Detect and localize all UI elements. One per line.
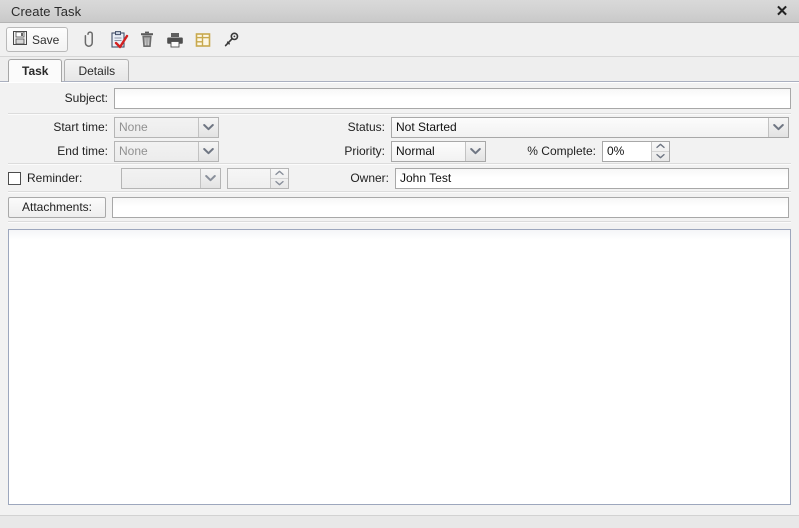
reminder-owner-row: Reminder: Owner: [0,165,799,191]
spinner-up-icon[interactable] [271,169,288,179]
subject-label: Subject: [64,91,108,105]
notes-textarea[interactable] [8,229,791,505]
end-time-priority-row: End time: None Priority: Normal % Comple… [0,139,799,163]
clipboard-check-icon[interactable] [106,27,132,53]
end-time-label: End time: [57,144,108,158]
close-window-button[interactable]: ✕ [769,0,795,22]
task-form: Subject: Start time: None Status: Not St… [0,82,799,515]
attachment-paperclip-icon[interactable] [78,27,104,53]
status-label: Status: [347,120,385,134]
owner-input[interactable] [395,167,789,189]
chevron-down-icon [198,141,218,161]
start-time-status-row: Start time: None Status: Not Started [0,115,799,139]
priority-label: Priority: [344,144,385,158]
save-button-label: Save [32,32,60,47]
attachments-input[interactable] [112,196,789,218]
tab-task[interactable]: Task [8,59,63,82]
spinner-down-icon[interactable] [652,152,669,161]
reminder-checkbox[interactable] [8,171,21,185]
window-title: Create Task [11,3,82,19]
status-bar [0,515,799,528]
tab-details[interactable]: Details [64,59,130,81]
subject-input[interactable] [114,87,791,109]
chevron-down-icon [768,117,788,137]
attachments-button[interactable]: Attachments: [8,196,106,218]
status-value: Not Started [396,120,457,134]
key-icon[interactable] [218,27,244,53]
chevron-down-icon [465,141,485,161]
percent-complete-value: 0% [607,144,625,158]
spinner-buttons[interactable] [651,141,669,161]
priority-combo[interactable]: Normal [391,140,486,162]
save-icon [13,31,27,48]
reminder-time-spinner[interactable] [227,167,289,189]
priority-value: Normal [396,144,435,158]
start-time-combo[interactable]: None [114,116,219,138]
chevron-down-icon [198,117,218,137]
subject-row: Subject: [0,83,799,113]
main-toolbar: Save [0,23,799,57]
reminder-date-combo[interactable] [121,167,221,189]
percent-complete-label: % Complete: [527,144,596,158]
spinner-buttons[interactable] [270,168,288,188]
printer-icon[interactable] [162,27,188,53]
create-task-window: Create Task ✕ Save Task Details Subject:… [0,0,799,528]
end-time-value: None [119,144,148,158]
start-time-value: None [119,120,148,134]
percent-complete-spinner[interactable]: 0% [602,140,670,162]
end-time-combo[interactable]: None [114,140,219,162]
window-titlebar: Create Task ✕ [0,0,799,23]
spinner-up-icon[interactable] [652,142,669,152]
tab-bar: Task Details [0,57,799,82]
attachments-row: Attachments: [0,193,799,221]
table-layout-icon[interactable] [190,27,216,53]
trash-delete-icon[interactable] [134,27,160,53]
owner-label: Owner: [350,171,389,185]
reminder-label: Reminder: [27,171,83,185]
chevron-down-icon [200,168,220,188]
save-button[interactable]: Save [6,27,69,52]
spinner-down-icon[interactable] [271,179,288,188]
start-time-label: Start time: [53,120,108,134]
status-combo[interactable]: Not Started [391,116,789,138]
notes-area-wrapper [0,223,799,515]
